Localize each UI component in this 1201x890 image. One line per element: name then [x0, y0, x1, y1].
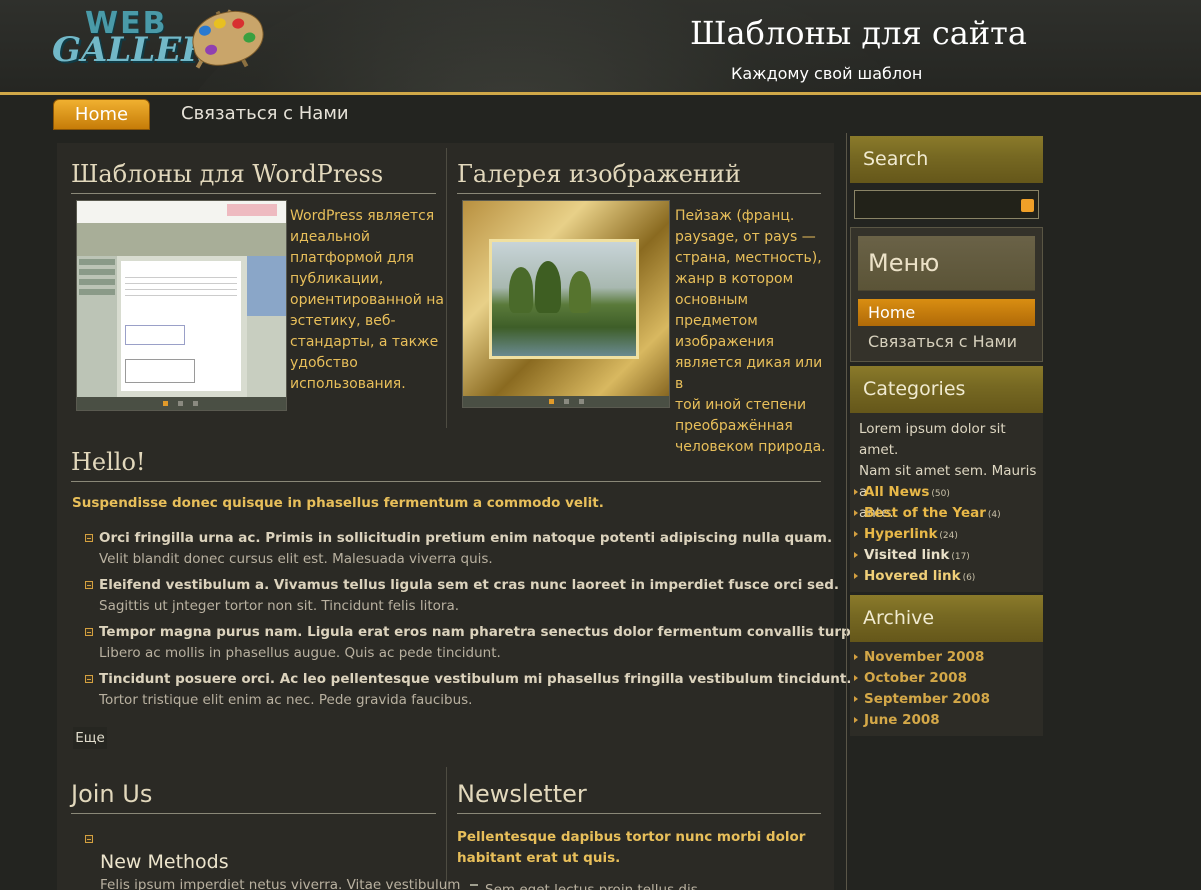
arrow-icon [854, 552, 858, 558]
archive-link-june-2008[interactable]: June 2008 [854, 712, 940, 728]
main-content: Шаблоны для WordPress WordPress является… [57, 143, 889, 890]
search-heading: Search [850, 136, 1043, 183]
hello-lead: Suspendisse donec quisque in phasellus f… [72, 495, 604, 511]
arrow-icon [854, 696, 858, 702]
categories-heading: Categories [850, 366, 1043, 413]
site-header: WEB GALLERY Шаблоны для сайта Каждому св… [0, 0, 1201, 95]
search-block: Search [850, 136, 1043, 224]
new-methods-title: New Methods [100, 851, 229, 873]
category-link-all-news[interactable]: All News (50) [854, 484, 950, 500]
join-title: Join Us [71, 780, 153, 808]
gallery-landscape-thumbnail[interactable] [462, 200, 670, 408]
menu-block: Меню Home Связаться с Нами [850, 227, 1043, 362]
bullet-icon [85, 628, 93, 636]
arrow-icon [854, 573, 858, 579]
category-link-hovered[interactable]: Hovered link (6) [854, 568, 975, 584]
gallery-title[interactable]: Галерея изображений [457, 160, 741, 188]
new-methods-text: Felis ipsum imperdiet netus viverra. Vit… [100, 877, 461, 890]
arrow-icon [854, 654, 858, 660]
divider [71, 481, 821, 482]
menu-heading: Меню [858, 236, 1035, 291]
search-icon[interactable] [1021, 199, 1034, 212]
list-item-title: Eleifend vestibulum a. Vivamus tellus li… [99, 577, 840, 593]
newsletter-list-item: Sem eget lectus proin tellus dis [485, 884, 698, 890]
list-item-text: Libero ac mollis in phasellus augue. Qui… [99, 645, 501, 661]
archive-link-november-2008[interactable]: November 2008 [854, 649, 984, 665]
archive-block: Archive November 2008 October 2008 Septe… [850, 595, 1043, 736]
arrow-icon [854, 717, 858, 723]
category-link-visited[interactable]: Visited link (17) [854, 547, 970, 563]
bullet-icon [85, 675, 93, 683]
categories-block: Categories Lorem ipsum dolor sit amet. N… [850, 366, 1043, 592]
gallery-text: Пейзаж (франц. paysage, от pays — страна… [675, 208, 826, 455]
list-item-text: Sagittis ut jnteger tortor non sit. Tinc… [99, 598, 460, 614]
arrow-icon [854, 489, 858, 495]
list-item-title: Tincidunt posuere orci. Ac leo pellentes… [99, 671, 852, 687]
site-slogan: Каждому свой шаблон [731, 64, 923, 83]
site-title: Шаблоны для сайта [690, 14, 1027, 52]
wordpress-text: WordPress является идеальной платформой … [290, 208, 445, 392]
divider [457, 193, 821, 194]
archive-heading: Archive [850, 595, 1043, 642]
arrow-icon [854, 675, 858, 681]
nav-home-tab[interactable]: Home [53, 99, 150, 130]
list-item-title: Orci fringilla urna ac. Primis in sollic… [99, 530, 833, 546]
category-link-best-of-year[interactable]: Best of the Year (4) [854, 505, 1001, 521]
column-divider [446, 767, 447, 890]
nav-contact-link[interactable]: Связаться с Нами [181, 99, 349, 130]
bullet-icon [85, 835, 93, 843]
column-divider [446, 148, 447, 428]
archive-link-october-2008[interactable]: October 2008 [854, 670, 967, 686]
list-item-text: Tortor tristique elit enim ac nec. Pede … [99, 692, 473, 708]
wordpress-template-thumbnail[interactable] [76, 200, 287, 411]
bullet-icon [85, 534, 93, 542]
divider [71, 813, 436, 814]
list-item-title: Tempor magna purus nam. Ligula erat eros… [99, 624, 890, 640]
wordpress-title[interactable]: Шаблоны для WordPress [71, 160, 383, 188]
list-item-text: Velit blandit donec cursus elit est. Mal… [99, 551, 493, 567]
bullet-icon [470, 884, 478, 886]
arrow-icon [854, 510, 858, 516]
newsletter-title: Newsletter [457, 780, 587, 808]
arrow-icon [854, 531, 858, 537]
more-button[interactable]: Еще [73, 727, 107, 749]
divider [457, 813, 821, 814]
site-logo[interactable]: WEB GALLERY [52, 4, 269, 84]
bullet-icon [85, 581, 93, 589]
newsletter-lead: Pellentesque dapibus tortor nunc morbi d… [457, 829, 806, 866]
search-input[interactable] [854, 190, 1039, 219]
menu-item-home[interactable]: Home [858, 299, 1035, 326]
archive-link-september-2008[interactable]: September 2008 [854, 691, 990, 707]
divider [71, 193, 436, 194]
sidebar-divider [846, 133, 847, 890]
menu-item-contact[interactable]: Связаться с Нами [858, 328, 1035, 355]
category-link-hyperlink[interactable]: Hyperlink (24) [854, 526, 958, 542]
hello-title: Hello! [71, 448, 146, 476]
